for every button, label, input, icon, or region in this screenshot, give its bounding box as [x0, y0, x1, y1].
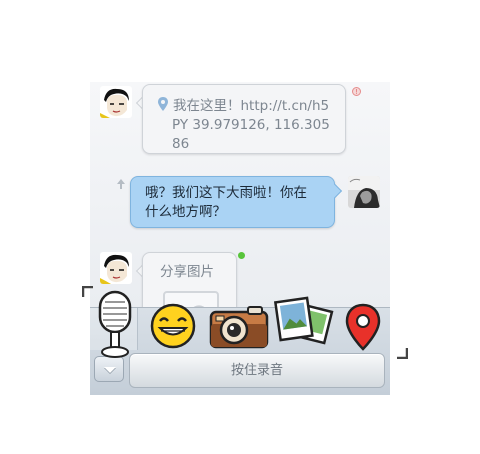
message-text-line: 哦？我们这下大雨啦！你在 — [145, 185, 307, 201]
message-text-line: 我在这里！http://t.cn/h5 — [173, 98, 330, 114]
message-text-line: 什么地方啊？ — [145, 204, 226, 220]
smiley-icon[interactable] — [150, 303, 196, 349]
selection-corner-icon — [82, 286, 93, 297]
location-message-bubble[interactable]: 我在这里！http://t.cn/h5 PY 39.979126, 116.30… — [142, 84, 346, 154]
online-status-icon — [238, 252, 245, 259]
microphone-icon[interactable] — [96, 290, 134, 360]
outgoing-message-bubble[interactable]: 哦？我们这下大雨啦！你在 什么地方啊？ — [130, 176, 335, 228]
location-pin-icon — [158, 97, 168, 111]
image-message-label: 分享图片 — [160, 264, 214, 280]
selection-corner-icon — [397, 348, 408, 359]
hold-to-record-button[interactable]: 按住录音 — [129, 353, 385, 388]
chevron-down-icon — [104, 367, 116, 373]
send-failed-icon[interactable]: ! — [352, 87, 361, 96]
location-pin-icon[interactable] — [344, 303, 382, 351]
message-text-line: PY 39.979126, 116.305 — [172, 117, 330, 133]
camera-icon[interactable] — [208, 304, 270, 350]
sending-status-icon — [116, 178, 126, 190]
my-avatar[interactable] — [348, 176, 380, 208]
message-text-line: 86 — [172, 136, 190, 152]
contact-avatar[interactable] — [100, 86, 132, 118]
photos-icon[interactable] — [274, 296, 334, 348]
message-list[interactable]: 我在这里！http://t.cn/h5 PY 39.979126, 116.30… — [90, 82, 390, 331]
contact-avatar[interactable] — [100, 252, 132, 284]
